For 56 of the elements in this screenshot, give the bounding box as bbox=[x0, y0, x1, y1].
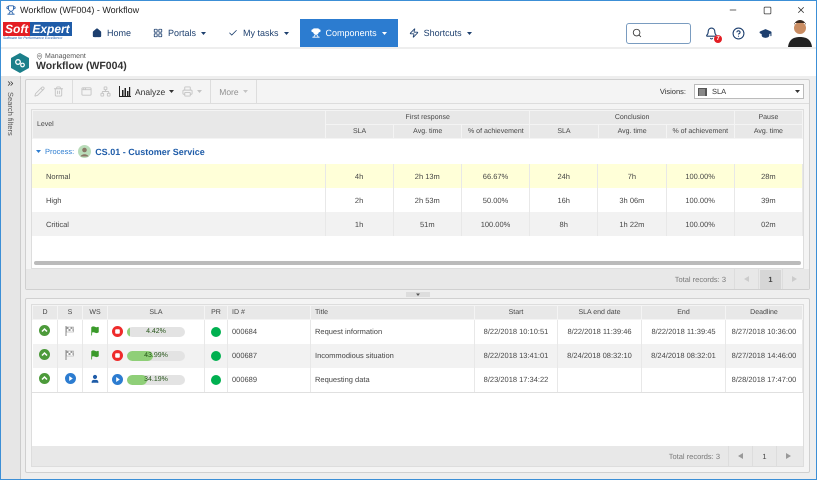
home-icon bbox=[92, 28, 102, 38]
expand-icon[interactable] bbox=[6, 79, 15, 88]
checkered-flag-icon bbox=[65, 350, 75, 360]
flag-icon bbox=[90, 326, 100, 336]
location-pin-icon bbox=[36, 53, 43, 60]
analyze-button[interactable]: Analyze bbox=[117, 84, 176, 99]
page-title: Workflow (WF004) bbox=[36, 60, 127, 72]
person-avatar-icon bbox=[78, 145, 92, 158]
caret-icon bbox=[169, 90, 174, 93]
delete-icon bbox=[53, 86, 64, 97]
next-page-icon[interactable] bbox=[786, 453, 791, 459]
trophy-icon bbox=[6, 5, 16, 15]
caret-icon bbox=[242, 90, 248, 93]
flag-icon bbox=[90, 350, 100, 360]
horizontal-scrollbar[interactable] bbox=[34, 261, 801, 265]
nav-item[interactable]: My tasks bbox=[217, 19, 300, 47]
maximize-icon[interactable] bbox=[762, 6, 772, 14]
nav-item[interactable]: Portals bbox=[142, 19, 218, 47]
caret-icon bbox=[201, 32, 206, 34]
process-name[interactable]: CS.01 - Customer Service bbox=[95, 146, 205, 156]
trophy-icon bbox=[310, 28, 321, 38]
stop-icon bbox=[112, 350, 123, 361]
hierarchy-icon bbox=[100, 86, 111, 97]
window-title: Workflow (WF004) - Workflow bbox=[20, 5, 140, 15]
graduation-cap-icon[interactable] bbox=[759, 26, 772, 40]
nav-item[interactable]: Shortcuts bbox=[398, 19, 483, 47]
caret-icon bbox=[197, 90, 202, 93]
expanded-caret-icon[interactable] bbox=[36, 149, 41, 154]
grid-icon bbox=[153, 28, 164, 38]
caret-icon bbox=[284, 32, 289, 34]
check-icon bbox=[228, 28, 238, 38]
bar-chart-icon bbox=[119, 86, 131, 97]
workflow-icon bbox=[11, 52, 29, 72]
window-icon bbox=[81, 86, 92, 97]
nav-item[interactable]: Components bbox=[300, 19, 398, 47]
caret-icon bbox=[466, 32, 472, 34]
lightning-icon bbox=[408, 28, 419, 38]
close-icon[interactable] bbox=[796, 5, 806, 15]
edit-icon bbox=[34, 86, 45, 97]
bell-icon[interactable] bbox=[705, 26, 718, 40]
user-icon bbox=[90, 374, 100, 384]
help-icon[interactable] bbox=[732, 26, 745, 40]
caret-icon bbox=[795, 90, 800, 93]
splitter-handle[interactable] bbox=[406, 292, 430, 296]
caret-icon bbox=[382, 32, 387, 34]
columns-icon bbox=[698, 88, 707, 96]
nav-item[interactable]: Home bbox=[81, 19, 142, 47]
previous-page-icon[interactable] bbox=[738, 453, 743, 459]
search-field[interactable] bbox=[626, 22, 691, 44]
play-icon bbox=[64, 373, 76, 384]
checkered-flag-icon bbox=[65, 326, 75, 336]
play-icon bbox=[112, 374, 123, 385]
user-avatar[interactable] bbox=[786, 18, 814, 47]
search-icon bbox=[632, 28, 642, 38]
printer-icon bbox=[182, 86, 194, 97]
stop-icon bbox=[112, 326, 123, 338]
